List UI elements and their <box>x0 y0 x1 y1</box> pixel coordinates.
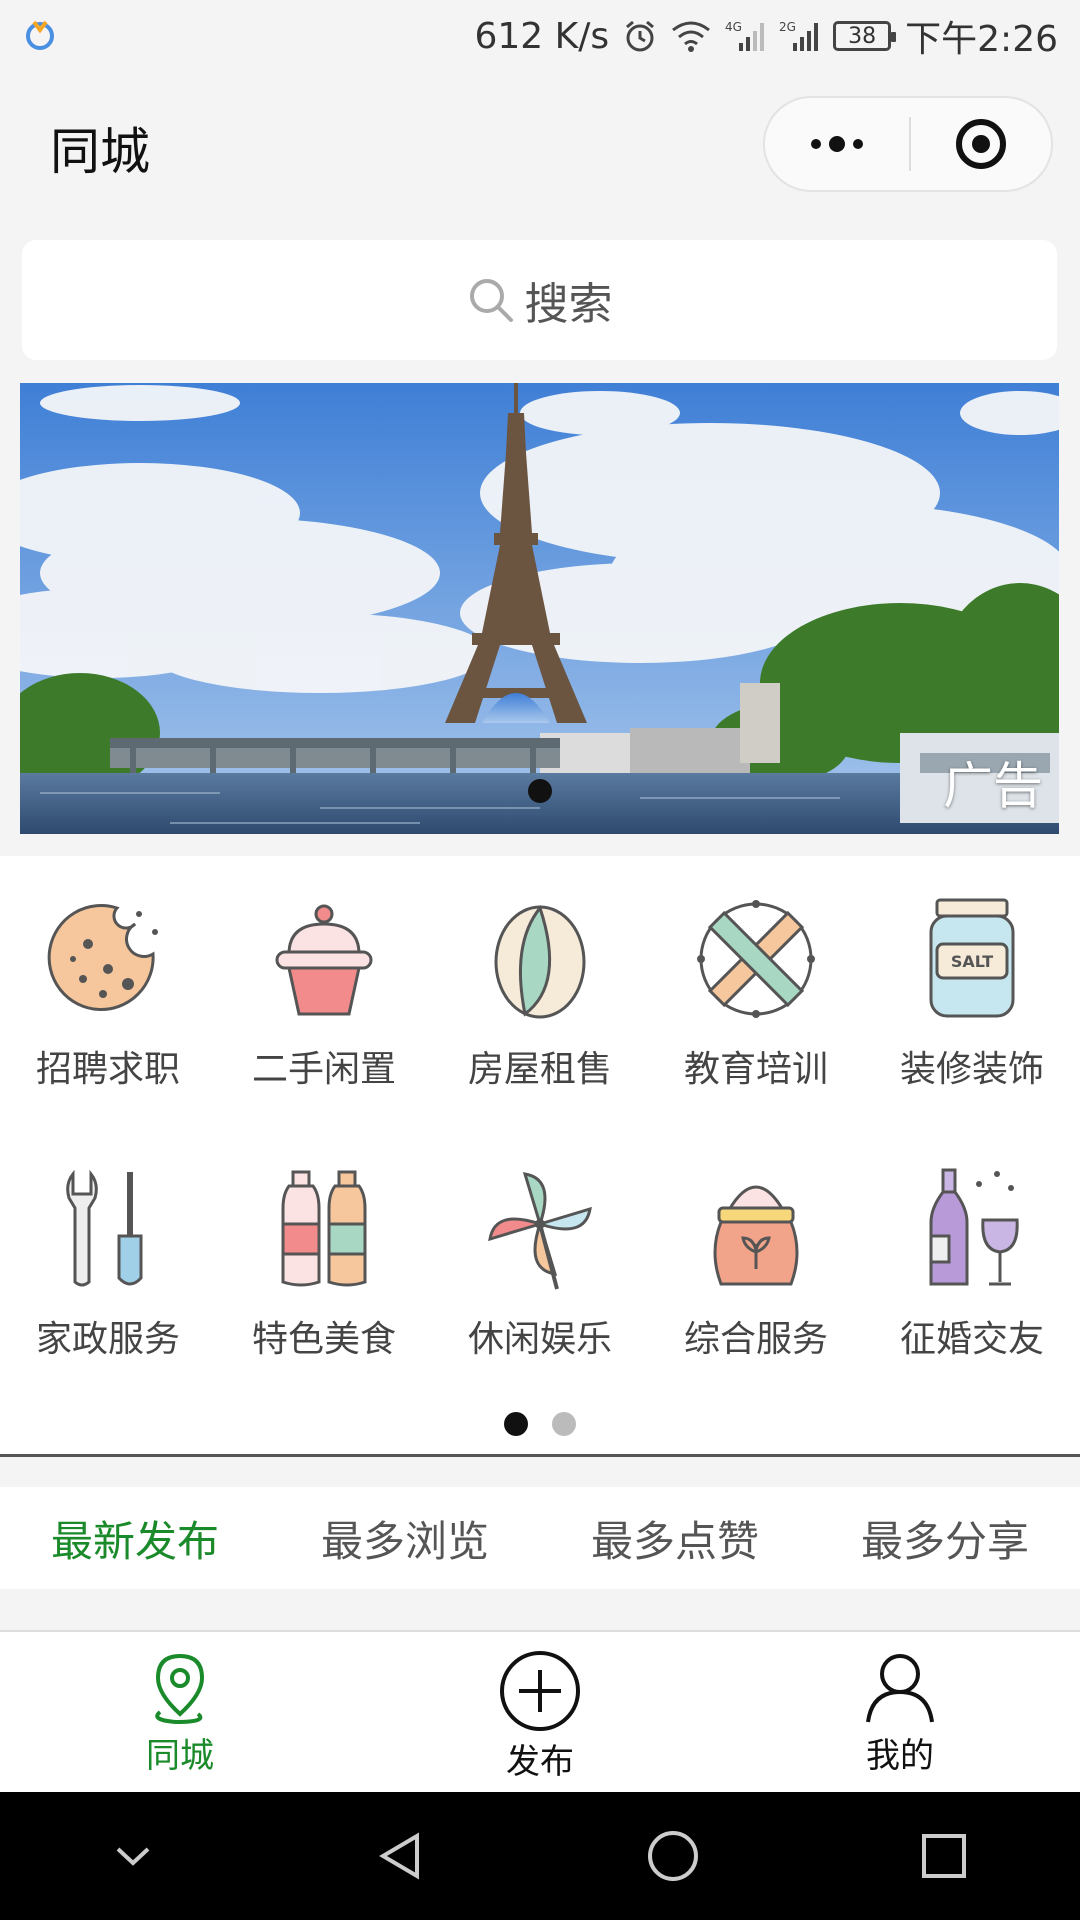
category-label: 招聘求职 <box>35 1049 180 1090</box>
category-label: 装修装饰 <box>899 1049 1044 1090</box>
location-icon <box>155 1653 205 1725</box>
wifi-icon <box>671 20 711 52</box>
category-label: 综合服务 <box>683 1319 828 1360</box>
page-title: 同城 <box>50 123 150 181</box>
close-button[interactable] <box>911 98 1051 190</box>
chevron-down-icon[interactable] <box>108 1831 158 1881</box>
divider <box>0 1454 1080 1457</box>
signal-2g-icon: 2G <box>779 19 819 53</box>
category-secondhand[interactable]: 二手闲置 <box>216 894 432 1092</box>
back-icon[interactable] <box>373 1828 429 1884</box>
tab-most-shared[interactable]: 最多分享 <box>810 1508 1080 1569</box>
ruler-pencil-icon <box>697 900 815 1018</box>
home-icon[interactable] <box>645 1828 701 1884</box>
nav-label: 发布 <box>506 1742 574 1782</box>
battery-icon: 38 <box>833 21 897 51</box>
search-bar[interactable]: 搜索 <box>22 240 1057 360</box>
category-label: 休闲娱乐 <box>467 1319 612 1360</box>
nav-label: 我的 <box>866 1736 934 1776</box>
more-dot-icon <box>829 136 845 152</box>
tab-latest[interactable]: 最新发布 <box>0 1508 270 1569</box>
app-notification-icon <box>22 16 62 56</box>
clock: 下午2:26 <box>905 19 1058 60</box>
banner-carousel[interactable]: 广告 <box>20 383 1059 834</box>
svg-text:4G: 4G <box>725 20 742 34</box>
category-page-indicator <box>0 1412 1080 1436</box>
user-icon <box>866 1654 934 1723</box>
ad-label: 广告 <box>943 757 1043 815</box>
search-icon <box>469 279 513 322</box>
status-bar: 612 K/s 4G 2G 38 下午2:26 <box>0 0 1080 72</box>
pinwheel-icon <box>488 1172 592 1290</box>
bottles-icon <box>281 1170 367 1287</box>
miniprogram-capsule <box>763 96 1053 192</box>
category-grid: 招聘求职 二手闲置 房屋租售 教育培训 SALT 装修装饰 家政服务 特色美食 … <box>0 856 1080 1457</box>
search-placeholder: 搜索 <box>524 279 613 330</box>
category-label: 二手闲置 <box>251 1049 396 1090</box>
category-label: 征婚交友 <box>899 1319 1044 1360</box>
bottom-tab-bar: 同城 发布 我的 <box>0 1630 1080 1792</box>
battery-level: 38 <box>848 23 877 49</box>
recents-icon[interactable] <box>916 1828 972 1884</box>
category-housekeeping[interactable]: 家政服务 <box>0 1164 216 1362</box>
category-dating[interactable]: 征婚交友 <box>864 1164 1080 1362</box>
header: 同城 <box>0 90 1080 200</box>
more-dot-icon <box>811 139 821 149</box>
alarm-icon <box>623 19 657 53</box>
system-navigation-bar <box>0 1792 1080 1920</box>
network-speed: 612 K/s <box>474 15 610 57</box>
category-leisure[interactable]: 休闲娱乐 <box>432 1164 648 1362</box>
nav-item-mine[interactable]: 我的 <box>720 1632 1080 1792</box>
category-education[interactable]: 教育培训 <box>648 894 864 1092</box>
sort-tabs: 最新发布 最多浏览 最多点赞 最多分享 <box>0 1487 1080 1589</box>
category-label: 教育培训 <box>683 1049 828 1090</box>
category-general[interactable]: 综合服务 <box>648 1164 864 1362</box>
signal-4g-icon: 4G <box>725 19 765 53</box>
svg-text:SALT: SALT <box>951 952 993 971</box>
tab-most-viewed[interactable]: 最多浏览 <box>270 1508 540 1569</box>
tools-icon <box>66 1169 143 1287</box>
category-label: 房屋租售 <box>467 1049 612 1090</box>
category-housing[interactable]: 房屋租售 <box>432 894 648 1092</box>
more-dot-icon <box>853 139 863 149</box>
pistachio-icon <box>494 904 586 1019</box>
category-label: 特色美食 <box>251 1319 396 1360</box>
salt-jar-icon: SALT <box>929 898 1015 1018</box>
category-decoration[interactable]: SALT 装修装饰 <box>864 894 1080 1092</box>
nav-item-local[interactable]: 同城 <box>0 1632 360 1792</box>
svg-text:2G: 2G <box>779 20 796 34</box>
tab-most-liked[interactable]: 最多点赞 <box>540 1508 810 1569</box>
flour-sack-icon <box>713 1185 799 1286</box>
add-circle-icon <box>500 1651 580 1731</box>
category-jobs[interactable]: 招聘求职 <box>0 894 216 1092</box>
cupcake-icon <box>275 904 373 1016</box>
category-food[interactable]: 特色美食 <box>216 1164 432 1362</box>
page-dot-active <box>504 1412 528 1436</box>
banner-indicator-dot <box>528 779 552 803</box>
more-button[interactable] <box>765 98 909 190</box>
target-icon <box>956 119 1006 169</box>
nav-label: 同城 <box>146 1736 214 1776</box>
wine-icon <box>929 1168 1019 1286</box>
cookie-icon <box>47 904 158 1011</box>
page-dot <box>552 1412 576 1436</box>
nav-item-publish[interactable]: 发布 <box>360 1632 720 1792</box>
banner-image <box>20 383 1059 834</box>
category-label: 家政服务 <box>35 1319 180 1360</box>
